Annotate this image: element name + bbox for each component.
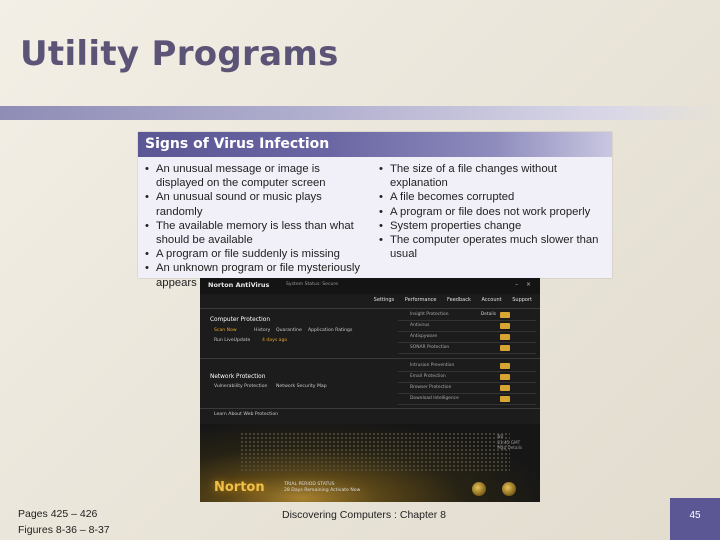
protection-row[interactable]: Antivirus	[398, 321, 536, 332]
menu-performance[interactable]: Performance	[405, 297, 437, 303]
divider	[200, 308, 540, 309]
footer-course-title: Discovering Computers : Chapter 8	[282, 509, 446, 521]
page-reference: Pages 425 – 426 Figures 8-36 – 8-37	[18, 506, 110, 538]
network-protection-title: Network Protection	[210, 374, 266, 380]
virus-signs-left-column: An unusual message or image is displayed…	[144, 162, 369, 290]
toggle-switch[interactable]	[500, 345, 510, 351]
protection-row[interactable]: Download Intelligence	[398, 394, 536, 405]
protection-row[interactable]: Insight Protection Details	[398, 310, 536, 321]
quarantine-link[interactable]: Quarantine	[276, 328, 302, 333]
pages-reference: Pages 425 – 426	[18, 508, 98, 520]
menu-account[interactable]: Account	[481, 297, 501, 303]
protection-row[interactable]: Antispyware	[398, 332, 536, 343]
row-label: Browser Protection	[410, 385, 452, 390]
virus-signs-table: Signs of Virus Infection An unusual mess…	[138, 132, 612, 289]
window-controls[interactable]: – ×	[515, 281, 534, 288]
details-link[interactable]: Details	[481, 310, 496, 320]
map-details-link[interactable]: Map Details	[497, 445, 522, 451]
power-icon[interactable]	[502, 482, 516, 496]
toggle-switch[interactable]	[500, 385, 510, 391]
norton-titlebar: Norton AntiVirus System Status: Secure –…	[200, 278, 540, 294]
norton-menu: Settings Performance Feedback Account Su…	[365, 297, 532, 303]
virus-sign-item: A program or file does not work properly	[378, 205, 608, 219]
slide-title: Utility Programs	[20, 34, 339, 74]
divider	[200, 358, 540, 359]
figures-reference: Figures 8-36 – 8-37	[18, 524, 110, 536]
norton-brand-logo: Norton	[214, 480, 265, 495]
network-security-map-link[interactable]: Network Security Map	[276, 384, 327, 389]
norton-antivirus-window: Norton AntiVirus System Status: Secure –…	[200, 278, 540, 502]
toggle-switch[interactable]	[500, 323, 510, 329]
application-ratings-link[interactable]: Application Ratings	[308, 328, 352, 333]
row-label: SONAR Protection	[410, 345, 450, 350]
threat-map: NV 21:45 GMT Map Details Norton TRIAL PE…	[200, 424, 540, 502]
toggle-switch[interactable]	[500, 363, 510, 369]
protection-row[interactable]: Email Protection	[398, 372, 536, 383]
menu-feedback[interactable]: Feedback	[447, 297, 471, 303]
virus-sign-item: System properties change	[378, 219, 608, 233]
virus-table-heading: Signs of Virus Infection	[138, 132, 612, 157]
row-label: Insight Protection	[410, 312, 449, 317]
trial-status-detail[interactable]: 28 Days Remaining Activate Now	[284, 488, 360, 494]
history-link[interactable]: History	[254, 328, 270, 333]
computer-protection-title: Computer Protection	[210, 317, 270, 323]
toggle-switch[interactable]	[500, 374, 510, 380]
menu-settings[interactable]: Settings	[374, 297, 395, 303]
computer-protection-list: Insight Protection Details Antivirus Anti…	[398, 310, 536, 354]
toggle-switch[interactable]	[500, 334, 510, 340]
virus-sign-item: An unusual sound or music plays randomly	[144, 190, 369, 218]
virus-sign-item: A file becomes corrupted	[378, 190, 608, 204]
vulnerability-protection-link[interactable]: Vulnerability Protection	[214, 384, 267, 389]
world-map-dots	[240, 432, 510, 472]
virus-sign-item: The available memory is less than what s…	[144, 219, 369, 247]
virus-sign-item: The size of a file changes without expla…	[378, 162, 608, 190]
row-label: Email Protection	[410, 374, 446, 379]
virus-signs-right-column: The size of a file changes without expla…	[378, 162, 608, 261]
trial-status: TRIAL PERIOD STATUS 28 Days Remaining Ac…	[284, 482, 360, 494]
virus-sign-item: A program or file suddenly is missing	[144, 247, 369, 261]
map-info: NV 21:45 GMT Map Details	[497, 434, 522, 451]
toggle-switch[interactable]	[500, 312, 510, 318]
toggle-switch[interactable]	[500, 396, 510, 402]
protection-row[interactable]: Browser Protection	[398, 383, 536, 394]
learn-web-protection-link[interactable]: Learn About Web Protection	[214, 412, 278, 417]
scan-now-link[interactable]: Scan Now	[214, 328, 237, 333]
network-protection-list: Intrusion Prevention Email Protection Br…	[398, 361, 536, 405]
row-label: Download Intelligence	[410, 396, 459, 401]
system-status: System Status: Secure	[286, 282, 339, 287]
page-number: 45	[670, 498, 720, 540]
norton-logo-text: Norton AntiVirus	[208, 281, 270, 289]
menu-support[interactable]: Support	[512, 297, 532, 303]
protection-row[interactable]: SONAR Protection	[398, 343, 536, 354]
row-label: Antispyware	[410, 334, 438, 339]
virus-sign-item: The computer operates much slower than u…	[378, 233, 608, 261]
divider	[200, 408, 540, 409]
run-liveupdate-link[interactable]: Run LiveUpdate	[214, 338, 250, 343]
protection-row[interactable]: Intrusion Prevention	[398, 361, 536, 372]
virus-sign-item: An unusual message or image is displayed…	[144, 162, 369, 190]
title-divider-bar	[0, 106, 720, 120]
row-label: Intrusion Prevention	[410, 363, 455, 368]
last-update-time: 4 days ago	[262, 338, 288, 343]
norton-badge-icon[interactable]	[472, 482, 486, 496]
row-label: Antivirus	[410, 323, 430, 328]
